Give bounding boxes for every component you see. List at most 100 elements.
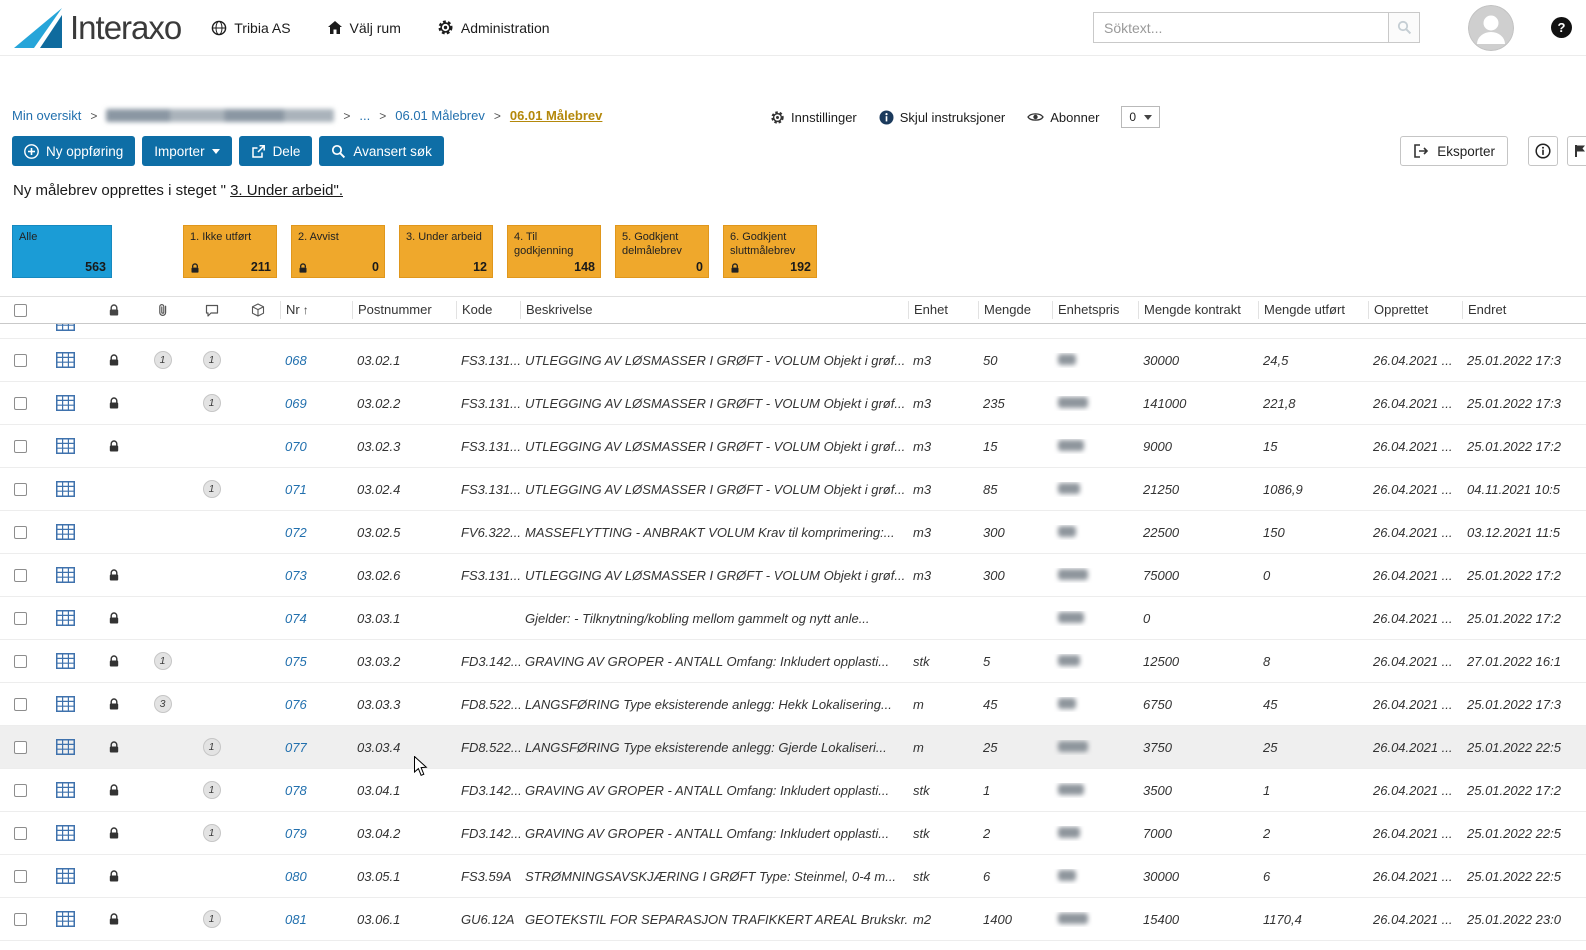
advanced-search-button[interactable]: Avansert søk <box>319 136 444 166</box>
row-checkbox[interactable] <box>14 354 27 367</box>
column-header-enhet[interactable]: Enhet <box>908 301 978 319</box>
entry-number-link[interactable]: 080 <box>285 869 307 884</box>
column-header-kode[interactable]: Kode <box>456 301 520 319</box>
entry-number-link[interactable]: 069 <box>285 396 307 411</box>
grid-icon[interactable] <box>56 438 75 454</box>
row-checkbox[interactable] <box>14 397 27 410</box>
entry-number-link[interactable]: 078 <box>285 783 307 798</box>
grid-icon[interactable] <box>56 782 75 798</box>
row-checkbox[interactable] <box>14 741 27 754</box>
column-header-mengde-utfort[interactable]: Mengde utført <box>1258 301 1368 319</box>
settings-action[interactable]: Innstillinger <box>770 110 857 125</box>
select-all-checkbox[interactable] <box>14 304 27 317</box>
search-button[interactable] <box>1388 12 1420 43</box>
row-checkbox[interactable] <box>14 870 27 883</box>
column-header-nr[interactable]: Nr↑ <box>280 301 352 319</box>
row-checkbox[interactable] <box>14 569 27 582</box>
row-checkbox[interactable] <box>14 612 27 625</box>
grid-icon[interactable] <box>56 524 75 540</box>
info-button[interactable] <box>1528 136 1558 166</box>
row-checkbox[interactable] <box>14 483 27 496</box>
breadcrumb-parent-folder[interactable]: 06.01 Målebrev <box>395 108 485 123</box>
entry-number-link[interactable]: 076 <box>285 697 307 712</box>
grid-icon[interactable] <box>56 567 75 583</box>
row-checkbox[interactable] <box>14 526 27 539</box>
import-button[interactable]: Importer <box>142 136 231 166</box>
sort-ascending-icon[interactable]: ↑ <box>303 303 309 317</box>
stage-tile[interactable]: 4. Til godkjenning 148 <box>507 225 601 278</box>
entry-number-link[interactable]: 075 <box>285 654 307 669</box>
entry-number-link[interactable]: 079 <box>285 826 307 841</box>
grid-icon[interactable] <box>56 911 75 927</box>
row-checkbox[interactable] <box>14 784 27 797</box>
grid-icon[interactable] <box>56 610 75 626</box>
entry-number-link[interactable]: 068 <box>285 353 307 368</box>
row-checkbox[interactable] <box>14 655 27 668</box>
cell-opprettet: 26.04.2021 ... <box>1368 482 1462 497</box>
stage-tile[interactable]: 5. Godkjent delmålebrev 0 <box>615 225 709 278</box>
entry-number-link[interactable]: 071 <box>285 482 307 497</box>
grid-icon[interactable] <box>56 825 75 841</box>
entry-number-link[interactable]: 073 <box>285 568 307 583</box>
entry-number-link[interactable]: 070 <box>285 439 307 454</box>
comment-count-badge[interactable]: 1 <box>203 910 221 928</box>
entry-number-link[interactable]: 077 <box>285 740 307 755</box>
hide-instructions-action[interactable]: Skjul instruksjoner <box>879 110 1006 125</box>
comment-count-badge[interactable]: 1 <box>203 738 221 756</box>
clipped-edge-button[interactable] <box>1567 136 1586 166</box>
attachment-count-badge[interactable]: 3 <box>154 695 172 713</box>
comment-count-badge[interactable]: 1 <box>203 781 221 799</box>
comment-count-badge[interactable]: 1 <box>203 351 221 369</box>
administration-menu[interactable]: Administration <box>437 19 550 36</box>
new-entry-button[interactable]: Ny oppføring <box>12 136 135 166</box>
stage-tile[interactable]: 3. Under arbeid 12 <box>399 225 493 278</box>
stage-notice-link[interactable]: 3. Under arbeid". <box>230 182 343 199</box>
stage-tile[interactable]: 1. Ikke utført 211 <box>183 225 277 278</box>
row-checkbox[interactable] <box>14 698 27 711</box>
column-header-endret[interactable]: Endret <box>1462 301 1586 319</box>
subscribe-action[interactable]: Abonner <box>1027 110 1099 125</box>
entry-number-link[interactable]: 081 <box>285 912 307 927</box>
breadcrumb-ellipsis[interactable]: ... <box>359 108 370 123</box>
stage-tile[interactable]: 2. Avvist 0 <box>291 225 385 278</box>
stage-tile[interactable]: Alle 563 <box>12 225 112 278</box>
grid-icon[interactable] <box>56 696 75 712</box>
comment-count-badge[interactable]: 1 <box>203 394 221 412</box>
column-header-mengde-kontrakt[interactable]: Mengde kontrakt <box>1138 301 1258 319</box>
export-button[interactable]: Eksporter <box>1400 136 1508 166</box>
breadcrumb-min-oversikt[interactable]: Min oversikt <box>12 108 81 123</box>
tenant-menu[interactable]: Tribia AS <box>211 20 290 36</box>
attachment-count-badge[interactable]: 1 <box>154 652 172 670</box>
grid-icon[interactable] <box>56 653 75 669</box>
row-checkbox[interactable] <box>14 827 27 840</box>
grid-icon[interactable] <box>56 395 75 411</box>
breadcrumb-redacted-segment[interactable] <box>106 109 334 122</box>
row-checkbox[interactable] <box>14 440 27 453</box>
column-header-opprettet[interactable]: Opprettet <box>1368 301 1462 319</box>
entry-number-link[interactable]: 074 <box>285 611 307 626</box>
choose-room-menu[interactable]: Välj rum <box>327 20 401 36</box>
stage-tile[interactable]: 6. Godkjent sluttmålebrev 192 <box>723 225 817 278</box>
entry-number-link[interactable]: 072 <box>285 525 307 540</box>
interaxo-logo[interactable]: Interaxo <box>14 8 181 48</box>
search-input[interactable] <box>1093 12 1388 43</box>
column-header-beskrivelse[interactable]: Beskrivelse <box>520 301 908 319</box>
column-header-enhetspris[interactable]: Enhetspris <box>1052 301 1138 319</box>
grid-icon[interactable] <box>56 739 75 755</box>
grid-icon[interactable] <box>56 352 75 368</box>
comment-count-badge[interactable]: 1 <box>203 824 221 842</box>
column-header-postnummer[interactable]: Postnummer <box>352 301 456 319</box>
share-button[interactable]: Dele <box>239 136 313 166</box>
grid-icon[interactable] <box>56 868 75 884</box>
breadcrumb-current-folder[interactable]: 06.01 Målebrev <box>510 108 603 123</box>
row-checkbox[interactable] <box>14 913 27 926</box>
grid-icon[interactable] <box>56 324 75 331</box>
comment-count-badge[interactable]: 1 <box>203 480 221 498</box>
grid-icon[interactable] <box>56 481 75 497</box>
column-header-mengde[interactable]: Mengde <box>978 301 1052 319</box>
cell-enhetspris <box>1052 611 1138 626</box>
attachment-count-badge[interactable]: 1 <box>154 351 172 369</box>
avatar[interactable] <box>1468 5 1514 51</box>
help-icon[interactable]: ? <box>1551 17 1572 38</box>
subscribe-count-dropdown[interactable]: 0 <box>1121 106 1160 128</box>
